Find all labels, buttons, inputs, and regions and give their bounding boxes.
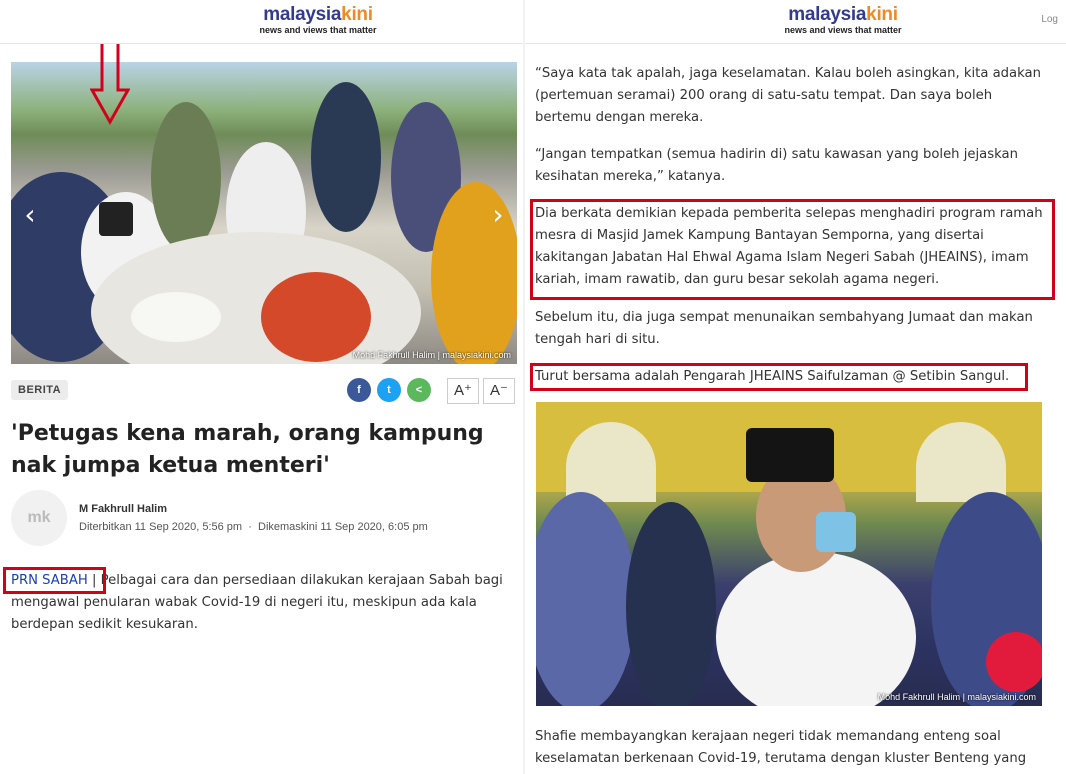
paragraph-quote-2: “Jangan tempatkan (semua hadirin di) sat…: [535, 147, 1018, 184]
decrease-font-button[interactable]: A⁻: [483, 378, 515, 404]
author-avatar: mk: [11, 490, 67, 546]
red-highlight-box: [530, 363, 1028, 391]
category-badge[interactable]: BERITA: [11, 380, 69, 400]
logo-word-2: kini: [341, 4, 373, 25]
paragraph-shafie: Shafie membayangkan kerajaan negeri tida…: [535, 729, 1027, 766]
logo-tagline: news and views that matter: [784, 25, 902, 35]
logo-word-2: kini: [866, 4, 898, 25]
red-arrow-annotation-icon: [90, 30, 130, 126]
carousel-prev-icon[interactable]: ‹: [19, 200, 41, 230]
share-icon[interactable]: <: [407, 378, 431, 402]
carousel-next-icon[interactable]: ›: [487, 200, 509, 230]
facebook-share-icon[interactable]: f: [347, 378, 371, 402]
site-header-right: malaysiakini news and views that matter …: [525, 0, 1066, 44]
twitter-share-icon[interactable]: t: [377, 378, 401, 402]
site-header: malaysiakini news and views that matter: [0, 0, 523, 44]
author-name[interactable]: M Fakhrull Halim: [79, 503, 167, 515]
left-article-panel: malaysiakini news and views that matter …: [0, 0, 523, 774]
login-link[interactable]: Log: [1041, 14, 1058, 25]
logo-tagline: news and views that matter: [259, 25, 377, 35]
red-highlight-box: [3, 567, 106, 594]
updated-date: Dikemaskini 11 Sep 2020, 6:05 pm: [258, 521, 428, 533]
logo-word-1: malaysia: [788, 4, 867, 25]
paragraph-quote-1: “Saya kata tak apalah, jaga keselamatan.…: [535, 66, 1041, 125]
article-title: 'Petugas kena marah, orang kampung nak j…: [11, 421, 484, 478]
published-date: Diterbitkan 11 Sep 2020, 5:56 pm: [79, 521, 243, 533]
site-logo-right[interactable]: malaysiakini news and views that matter: [773, 4, 913, 35]
site-logo[interactable]: malaysiakini news and views that matter: [248, 4, 388, 35]
increase-font-button[interactable]: A⁺: [447, 378, 479, 404]
date-separator: ·: [248, 521, 252, 533]
right-article-panel: menteri. malaysiakini news and views tha…: [525, 0, 1066, 774]
logo-word-1: malaysia: [263, 4, 342, 25]
article-dates: Diterbitkan 11 Sep 2020, 5:56 pm · Dikem…: [79, 521, 428, 533]
article-photo-carousel[interactable]: ‹ › Mohd Fakhrull Halim | malaysiakini.c…: [11, 62, 517, 364]
red-highlight-box: [530, 199, 1055, 300]
paragraph-prayer: Sebelum itu, dia juga sempat menunaikan …: [535, 310, 1033, 347]
article-photo: Mohd Fakhrull Halim | malaysiakini.com: [536, 402, 1042, 706]
photo-credit: Mohd Fakhrull Halim | malaysiakini.com: [352, 350, 511, 360]
photo-credit: Mohd Fakhrull Halim | malaysiakini.com: [877, 692, 1036, 702]
